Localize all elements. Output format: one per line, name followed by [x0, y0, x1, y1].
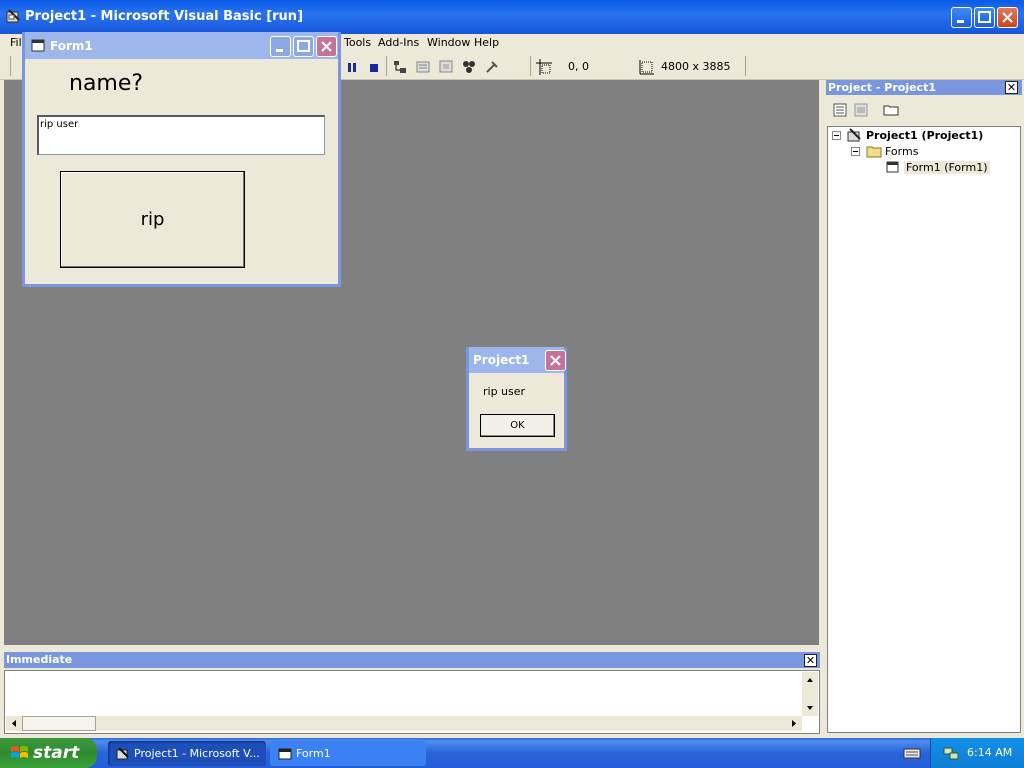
- start-label: start: [33, 743, 80, 763]
- close-button[interactable]: [997, 7, 1018, 28]
- menu-window[interactable]: Window: [427, 36, 470, 49]
- project-tree: Project1 (Project1) Forms Form1 (Form1): [827, 126, 1021, 733]
- taskbar-button-label: Form1: [296, 747, 331, 760]
- menu-file[interactable]: Fil: [10, 36, 22, 49]
- project-explorer-title: Project - Project1: [826, 80, 1022, 95]
- tree-forms-folder[interactable]: Forms: [885, 145, 918, 158]
- collapse-icon[interactable]: [832, 131, 841, 140]
- view-code-icon[interactable]: [832, 102, 848, 118]
- form1-minimize-button[interactable]: [270, 36, 291, 57]
- rip-button[interactable]: rip: [60, 171, 245, 268]
- maximize-icon: [978, 11, 991, 23]
- collapse-icon[interactable]: [851, 147, 860, 156]
- menu-tools[interactable]: Tools: [344, 36, 371, 49]
- system-tray: 6:14 AM: [930, 738, 1024, 768]
- toolbar-separator: [386, 56, 387, 76]
- taskbar-button-vb[interactable]: Project1 - Microsoft V...: [108, 741, 266, 766]
- message-text: rip user: [483, 385, 526, 398]
- tree-form1-node[interactable]: Form1 (Form1): [904, 161, 990, 174]
- main-title-bar[interactable]: Project1 - Microsoft Visual Basic [run]: [0, 0, 1024, 34]
- close-icon: [1002, 12, 1013, 23]
- form-layout-icon[interactable]: [438, 59, 454, 75]
- vb-app-icon: [116, 747, 129, 760]
- name-label: name?: [69, 71, 144, 96]
- maximize-button[interactable]: [974, 7, 995, 28]
- vb-app-icon[interactable]: [6, 9, 21, 24]
- message-box: Project1 rip user OK: [466, 347, 567, 451]
- toolbox-icon[interactable]: [484, 59, 500, 75]
- message-box-title: Project1: [473, 353, 530, 367]
- menu-help[interactable]: Help: [474, 36, 499, 49]
- form-icon: [278, 748, 292, 760]
- keyboard-icon[interactable]: [903, 746, 921, 760]
- form1-title-bar[interactable]: Form1: [25, 32, 338, 59]
- start-button[interactable]: start: [0, 738, 97, 768]
- view-object-icon[interactable]: [853, 102, 869, 118]
- close-icon: [321, 41, 332, 52]
- properties-window-icon[interactable]: [415, 59, 431, 75]
- form-icon: [31, 39, 45, 52]
- form1-close-button[interactable]: [316, 36, 337, 57]
- project-explorer-close-button[interactable]: ✕: [1005, 81, 1018, 94]
- toolbar-separator: [530, 56, 531, 76]
- close-icon: [550, 355, 561, 366]
- immediate-title: Immediate: [4, 652, 820, 668]
- toggle-folders-icon[interactable]: [883, 102, 899, 118]
- windows-logo-icon: [11, 746, 28, 758]
- clock: 6:14 AM: [967, 746, 1013, 759]
- object-browser-icon[interactable]: [461, 59, 477, 75]
- form1-title: Form1: [50, 39, 93, 53]
- main-window-title: Project1 - Microsoft Visual Basic [run]: [25, 9, 304, 24]
- immediate-vertical-scrollbar[interactable]: [802, 672, 818, 716]
- immediate-horizontal-scrollbar[interactable]: [6, 716, 802, 731]
- immediate-close-button[interactable]: ✕: [804, 654, 817, 667]
- break-icon[interactable]: [344, 59, 360, 75]
- network-icon[interactable]: [943, 745, 959, 761]
- position-readout: 0, 0: [568, 60, 589, 73]
- size-readout: 4800 x 3885: [661, 60, 731, 73]
- toolbar-separator: [745, 56, 746, 76]
- toolbar-separator: [10, 56, 11, 76]
- taskbar-button-form1[interactable]: Form1: [270, 741, 426, 766]
- minimize-icon: [957, 20, 964, 23]
- tree-project-node[interactable]: Project1 (Project1): [866, 129, 983, 142]
- folder-icon: [866, 146, 882, 158]
- end-icon[interactable]: [366, 59, 382, 75]
- minimize-icon: [276, 49, 283, 52]
- menu-add-ins[interactable]: Add-Ins: [378, 36, 419, 49]
- taskbar-button-label: Project1 - Microsoft V...: [134, 747, 260, 760]
- position-icon: [536, 59, 552, 75]
- scroll-arrows-icon: [12, 720, 796, 727]
- horizontal-scroll-thumb[interactable]: [22, 716, 96, 731]
- name-text-input[interactable]: rip user: [37, 115, 325, 155]
- form-icon: [886, 161, 899, 173]
- form1-window: Form1 name? rip user rip: [22, 32, 341, 287]
- project-explorer: Project - Project1 ✕ Project1 (Project1)…: [824, 80, 1024, 734]
- size-icon: [639, 60, 654, 75]
- project-explorer-icon[interactable]: [392, 59, 408, 75]
- maximize-icon: [297, 40, 310, 52]
- minimize-button[interactable]: [951, 7, 972, 28]
- ok-button[interactable]: OK: [480, 414, 555, 437]
- form1-maximize-button[interactable]: [293, 36, 314, 57]
- scroll-arrows-icon: [807, 678, 813, 710]
- project-icon: [847, 128, 861, 142]
- message-box-close-button[interactable]: [545, 350, 566, 371]
